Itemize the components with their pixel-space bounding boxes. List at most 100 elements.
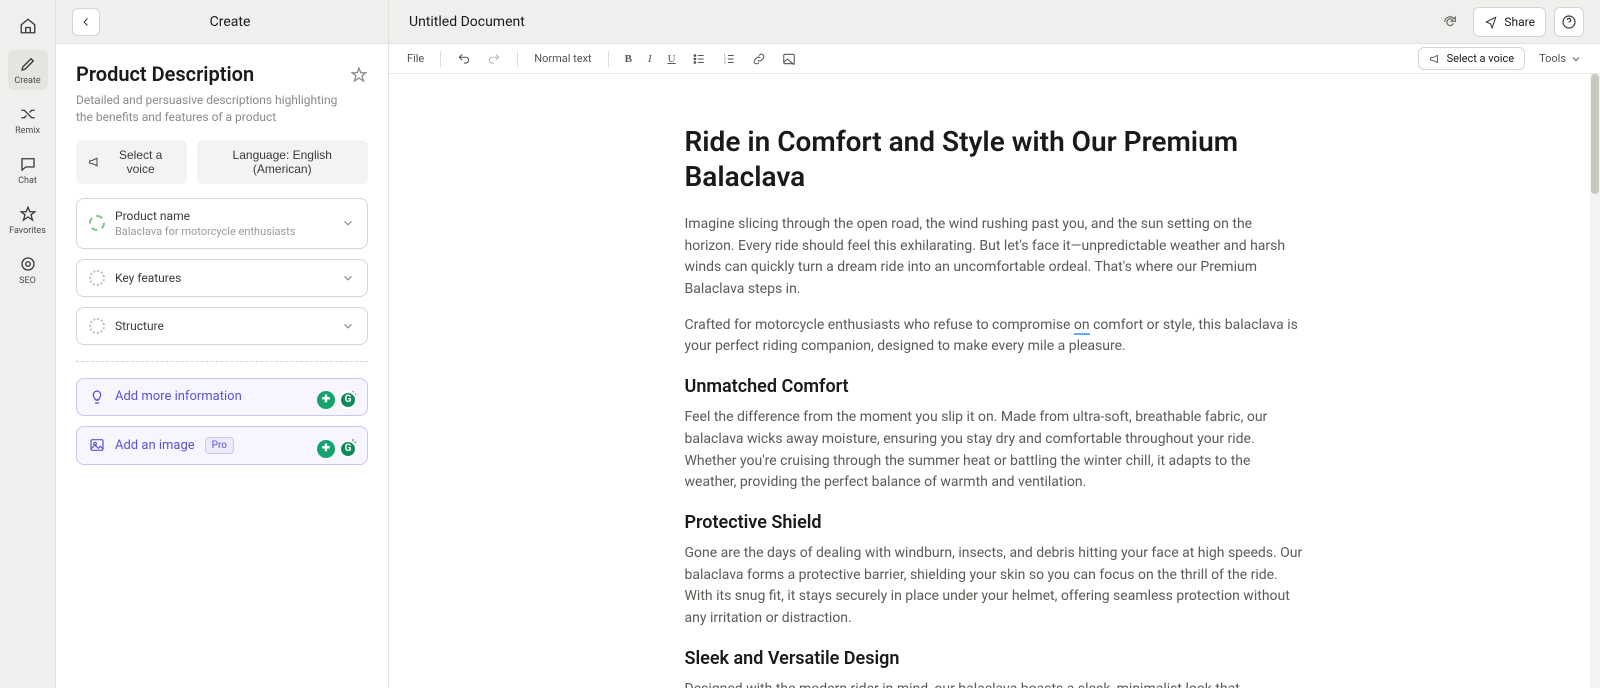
doc-h2-design: Sleek and Versatile Design [685, 648, 1305, 669]
document-body[interactable]: Ride in Comfort and Style with Our Premi… [685, 74, 1305, 688]
separator [440, 51, 441, 67]
separator [517, 51, 518, 67]
topbar-section-title: Create [112, 14, 388, 30]
voice-chip-label: Select a voice [107, 148, 175, 176]
doc-h2-shield: Protective Shield [685, 512, 1305, 533]
favorite-toggle[interactable] [350, 62, 368, 84]
doc-p4: Gone are the days of dealing with windbu… [685, 543, 1305, 630]
panel-title: Product Description [76, 62, 340, 86]
panel-head: Product Description Detailed and persuas… [56, 44, 388, 140]
bullet-list-icon [692, 52, 706, 66]
add-image-label: Add an image [115, 438, 195, 453]
rail-create-label: Create [14, 76, 40, 86]
rail-favorites[interactable]: Favorites [8, 200, 48, 240]
voice-chip[interactable]: Select a voice [76, 140, 187, 184]
divider [76, 361, 368, 362]
rail-seo-label: SEO [19, 276, 36, 286]
rail-home[interactable] [8, 12, 48, 40]
editor: File Normal text B I U 123 Select a vo [389, 44, 1600, 688]
product-name-value: Balaclava for motorcycle enthusiasts [115, 225, 331, 238]
config-panel: Product Description Detailed and persuas… [56, 44, 389, 688]
extension-badges: ✚ G [317, 391, 357, 409]
link-icon [752, 52, 766, 66]
loading-icon [89, 270, 105, 286]
star-icon [18, 204, 38, 224]
doc-title[interactable]: Untitled Document [389, 14, 1435, 30]
scrollbar-track[interactable] [1590, 74, 1600, 688]
doc-h1: Ride in Comfort and Style with Our Premi… [685, 124, 1305, 194]
rail-remix[interactable]: Remix [8, 100, 48, 140]
panel-controls: Select a voice Language: English (Americ… [56, 140, 388, 198]
editor-toolbar: File Normal text B I U 123 Select a vo [389, 44, 1600, 74]
spellcheck-highlight[interactable]: on [1074, 317, 1090, 335]
doc-p1: Imagine slicing through the open road, t… [685, 214, 1305, 301]
tools-menu[interactable]: Tools [1533, 48, 1588, 70]
rail-chat[interactable]: Chat [8, 150, 48, 190]
text-style-select[interactable]: Normal text [528, 48, 597, 70]
pro-badge: Pro [205, 437, 234, 454]
help-icon [1561, 14, 1577, 30]
undo-button[interactable] [451, 48, 477, 70]
extension-badges: ✚ G [317, 440, 357, 458]
extension-badge-2: G [339, 440, 357, 458]
chat-icon [18, 154, 38, 174]
extension-badge-2: G [339, 391, 357, 409]
nav-rail: Create Remix Chat Favorites SEO [0, 0, 56, 688]
loading-icon [89, 215, 105, 231]
share-button[interactable]: Share [1473, 7, 1546, 37]
image-icon [782, 52, 796, 66]
back-button[interactable] [72, 8, 100, 36]
extension-badge-1: ✚ [317, 391, 335, 409]
italic-button[interactable]: I [642, 48, 658, 70]
separator [608, 51, 609, 67]
pencil-icon [18, 54, 38, 74]
rail-remix-label: Remix [15, 126, 40, 136]
file-menu[interactable]: File [401, 48, 430, 70]
structure-field[interactable]: Structure [76, 307, 368, 345]
doc-p5: Designed with the modern rider in mind, … [685, 679, 1305, 688]
megaphone-icon [1429, 53, 1441, 65]
key-features-field[interactable]: Key features [76, 259, 368, 297]
add-image-option[interactable]: Add an image Pro + ✚ G [76, 426, 368, 465]
topbar-right: Share [1435, 7, 1600, 37]
numbered-list-button[interactable]: 123 [716, 48, 742, 70]
help-button[interactable] [1554, 7, 1584, 37]
rail-favorites-label: Favorites [9, 226, 46, 236]
extension-badge-1: ✚ [317, 440, 335, 458]
chevron-down-icon [341, 216, 355, 230]
bold-button[interactable]: B [619, 48, 638, 70]
lightbulb-icon [89, 389, 105, 405]
tools-label: Tools [1539, 52, 1566, 65]
numbered-list-icon: 123 [722, 52, 736, 66]
key-features-label: Key features [115, 271, 331, 285]
language-chip[interactable]: Language: English (American) [197, 140, 368, 184]
undo-icon [457, 52, 471, 66]
toolbar-voice-select[interactable]: Select a voice [1418, 47, 1525, 70]
add-more-info-label: Add more information [115, 389, 242, 404]
share-label: Share [1504, 15, 1535, 29]
rail-chat-label: Chat [18, 176, 37, 186]
rail-seo[interactable]: SEO [8, 250, 48, 290]
link-button[interactable] [746, 48, 772, 70]
underline-button[interactable]: U [662, 48, 682, 70]
home-icon [18, 16, 38, 36]
refresh-button[interactable] [1435, 7, 1465, 37]
loading-icon [89, 318, 105, 334]
doc-h2-comfort: Unmatched Comfort [685, 376, 1305, 397]
toolbar-voice-label: Select a voice [1447, 52, 1514, 65]
bullet-list-button[interactable] [686, 48, 712, 70]
add-more-info-option[interactable]: Add more information + ✚ G [76, 378, 368, 416]
doc-p3: Feel the difference from the moment you … [685, 407, 1305, 494]
topbar: Create Untitled Document Share [56, 0, 1600, 44]
rail-create[interactable]: Create [8, 50, 48, 90]
svg-text:3: 3 [723, 60, 725, 64]
shuffle-icon [18, 104, 38, 124]
share-icon [1484, 15, 1498, 29]
document-scroll[interactable]: Ride in Comfort and Style with Our Premi… [389, 74, 1600, 688]
redo-button[interactable] [481, 48, 507, 70]
chevron-down-icon [341, 271, 355, 285]
scrollbar-thumb[interactable] [1591, 74, 1599, 194]
image-insert-button[interactable] [776, 48, 802, 70]
product-name-label: Product name [115, 209, 331, 223]
product-name-field[interactable]: Product name Balaclava for motorcycle en… [76, 198, 368, 249]
